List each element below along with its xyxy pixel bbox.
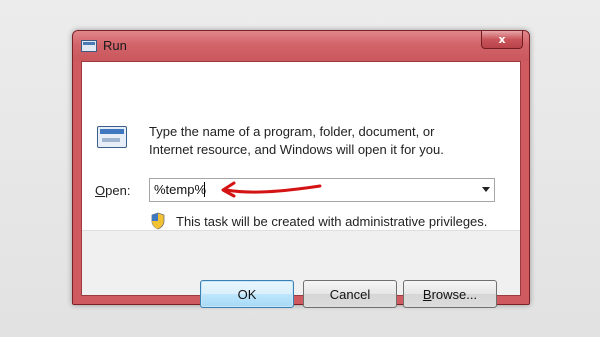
run-program-icon (97, 126, 127, 148)
browse-accelerator: B (422, 286, 432, 302)
run-icon (81, 40, 97, 52)
browse-button[interactable]: Browse... (403, 280, 497, 308)
close-icon: x (498, 33, 506, 46)
chevron-down-icon[interactable] (482, 187, 490, 192)
ok-button[interactable]: OK (200, 280, 294, 308)
uac-shield-icon (151, 212, 165, 230)
admin-privileges-note: This task will be created with administr… (176, 214, 488, 229)
open-input[interactable]: %temp% (154, 182, 206, 197)
red-arrow-annotation (221, 181, 322, 198)
open-label: Open: (95, 183, 130, 198)
dialog-body: Type the name of a program, folder, docu… (81, 61, 521, 308)
open-label-accelerator: O (95, 183, 106, 198)
title-bar[interactable]: Run x (73, 31, 529, 61)
text-caret (204, 182, 205, 197)
dialog-description: Type the name of a program, folder, docu… (149, 124, 444, 157)
open-label-text: pen: (105, 183, 131, 198)
close-button[interactable]: x (481, 31, 523, 49)
browse-label: rowse... (431, 286, 478, 302)
run-dialog: Run x Type the name of a program, folder… (72, 30, 530, 308)
cancel-button[interactable]: Cancel (303, 280, 397, 308)
window-title: Run (103, 38, 127, 53)
